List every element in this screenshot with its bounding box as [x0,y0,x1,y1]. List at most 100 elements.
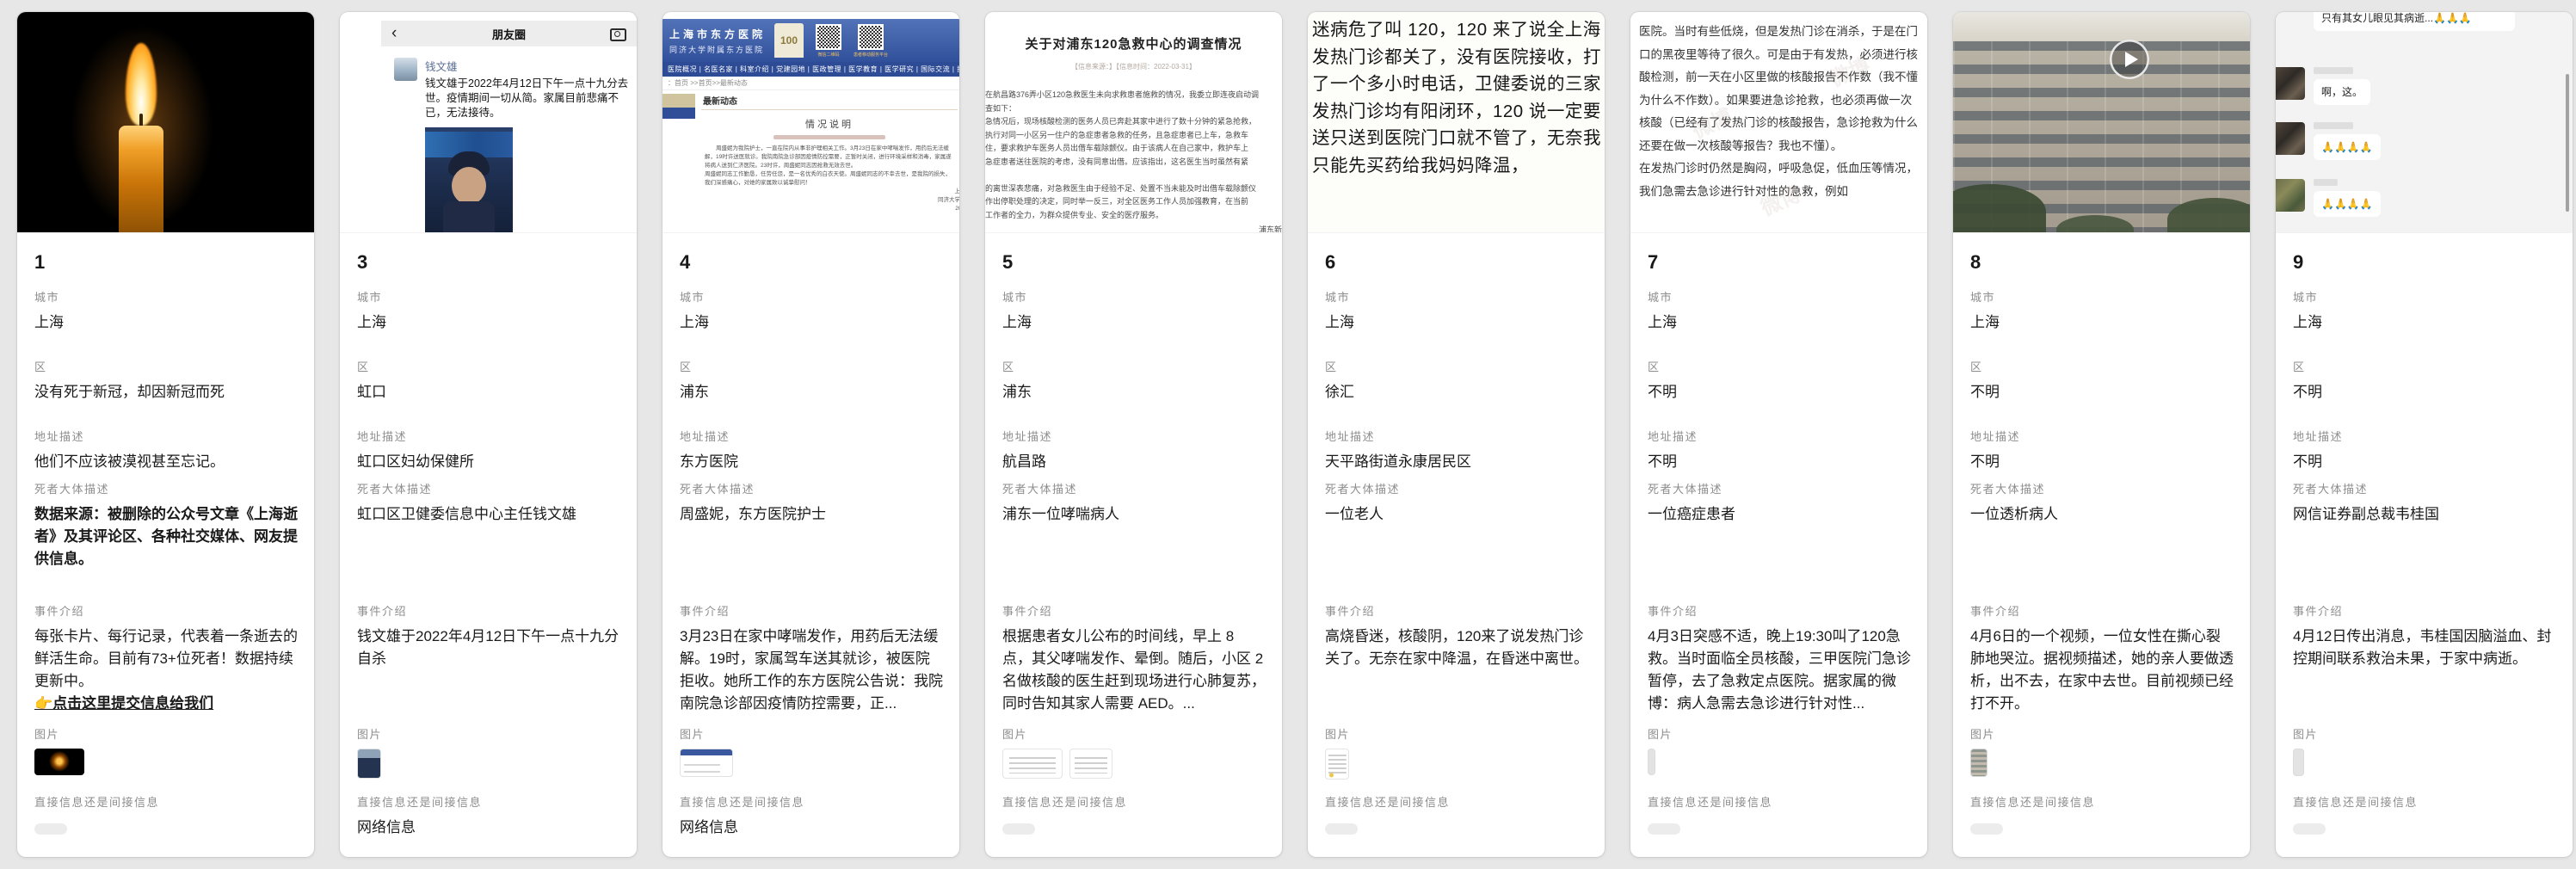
field-label-district: 区 [2293,358,2557,374]
field-value-district: 不明 [1648,381,1912,404]
field-label-address: 地址描述 [1970,428,2234,444]
hospital-site-subtitle: 同济大学附属东方医院 [669,44,766,55]
field-label-district: 区 [1002,358,1266,374]
announcement-body: 周盛妮为我院护士，一直在院内从事非护理相关工作。3月23日在家中哮喘发作，用药后… [701,145,958,188]
record-card[interactable]: 关于对浦东120急救中心的调查情况【信息来源：】【信息时间：2022-03-31… [985,12,1282,857]
field-value-deceased: 虹口区卫健委信息中心主任钱文雄 [357,503,621,526]
record-card[interactable]: 只有其女儿眼见其病逝...🙏🙏🙏啊，这。🙏🙏🙏🙏🙏🙏🙏🙏 9 城市 上海 区 不… [2276,12,2573,857]
image-thumbnail[interactable] [2293,749,2304,776]
field-label-address: 地址描述 [1648,428,1912,444]
field-city: 城市 上海 [357,288,621,334]
record-card[interactable]: 1 城市 上海 区 没有死于新冠，却因新冠而死 地址描述 他们不应该被漠视甚至忘… [17,12,314,857]
field-event: 事件介绍 高烧昏迷，核酸阴，120来了说发热门诊关了。无奈在家中降温，在昏迷中离… [1325,602,1589,670]
field-value-event: 高烧昏迷，核酸阴，120来了说发热门诊关了。无奈在家中降温，在昏迷中离世。 [1325,628,1588,667]
record-card[interactable]: 迷病危了叫 120，120 来了说全上海发热门诊都关了，没有医院接收，打了一个多… [1308,12,1605,857]
submit-info-link[interactable]: 👉点击这里提交信息给我们 [34,693,299,715]
chat-scrollbar [2566,74,2569,212]
image-thumbnail[interactable] [1648,749,1655,775]
image-thumbnail[interactable] [680,749,733,777]
image-thumbnail[interactable] [1970,749,1987,777]
field-city: 城市 上海 [1002,288,1266,334]
field-value-address: 不明 [1648,451,1912,473]
chat-name-redacted [2314,179,2338,186]
qr-caption: 微信二维码 [816,52,841,58]
announcement-title: 情况说明 [701,117,958,131]
image-thumbnail[interactable] [1002,749,1063,779]
field-image: 图片 [357,725,621,779]
field-deceased: 死者大体描述 虹口区卫健委信息中心主任钱文雄 [357,480,621,526]
record-cover-image [17,12,314,233]
record-card[interactable]: ‹朋友圈钱文雄钱文雄于2022年4月12日下午一点十九分去世。疫情期间一切从简。… [340,12,637,857]
camera-icon [610,28,626,41]
field-label-address: 地址描述 [34,428,299,444]
field-value-city: 上海 [1970,311,2234,334]
field-label-deceased: 死者大体描述 [357,480,621,496]
chat-avatar [2276,122,2305,155]
field-value-district: 浦东 [1002,381,1266,404]
field-value-deceased: 周盛妮，东方医院护士 [680,503,944,526]
record-cover-image: ‹朋友圈钱文雄钱文雄于2022年4月12日下午一点十九分去世。疫情期间一切从简。… [340,12,637,233]
moments-header: ‹朋友圈 [381,21,637,46]
field-image: 图片 [1648,725,1912,775]
field-value-district: 不明 [1970,381,2234,404]
field-address: 地址描述 天平路街道永康居民区 [1325,428,1589,473]
quoted-text: 迷病危了叫 120，120 来了说全上海发热门诊都关了，没有医院接收，打了一个多… [1308,12,1605,179]
field-city: 城市 上海 [1325,288,1589,334]
field-address: 地址描述 不明 [1970,428,2234,473]
field-label-district: 区 [1325,358,1589,374]
field-label-city: 城市 [34,288,299,305]
empty-value-pill [1970,823,2003,835]
field-image: 图片 [680,725,944,777]
field-value-address: 不明 [1970,451,2234,473]
weibo-text: 医院。当时有些低烧，但是发热门诊在消杀，于是在门口的黑夜里等待了很久。可是由于有… [1630,12,1927,203]
image-thumbnail[interactable] [1069,749,1112,779]
field-label-deceased: 死者大体描述 [1970,480,2234,496]
image-thumbnail[interactable] [357,749,381,779]
attachment-thumbnails [1648,749,1912,775]
field-address: 地址描述 东方医院 [680,428,944,473]
poster-avatar [394,58,417,81]
record-card[interactable]: 8 城市 上海 区 不明 地址描述 不明 死者大体描述 一位透析病人 事件介绍 … [1953,12,2250,857]
field-city: 城市 上海 [34,288,299,334]
record-number: 1 [34,251,45,274]
image-thumbnail[interactable] [1325,749,1349,780]
chat-name-redacted [2314,122,2353,129]
post-body: 钱文雄钱文雄于2022年4月12日下午一点十九分去世。疫情期间一切从简。家属目前… [425,58,632,233]
chat-name-redacted [2314,67,2353,74]
record-number: 9 [2293,251,2303,274]
field-label-district: 区 [680,358,944,374]
field-value-address: 航昌路 [1002,451,1266,473]
field-value-district: 没有死于新冠，却因新冠而死 [34,381,299,404]
field-label-deceased: 死者大体描述 [34,480,299,496]
field-value-city: 上海 [34,311,299,334]
field-value-city: 上海 [680,311,944,334]
field-label-deceased: 死者大体描述 [680,480,944,496]
field-image: 图片 [2293,725,2557,776]
chat-bubble: 啊，这。 [2314,79,2370,105]
field-event: 事件介绍 根据患者女儿公布的时间线，早上 8 点，其父哮喘发作、晕倒。随后，小区… [1002,602,1266,715]
gallery-board[interactable]: 1 城市 上海 区 没有死于新冠，却因新冠而死 地址描述 他们不应该被漠视甚至忘… [17,12,2573,857]
qr-code-icon [858,24,884,50]
chat-bubble: 🙏🙏🙏🙏 [2314,134,2381,160]
record-cover-image: 迷病危了叫 120，120 来了说全上海发热门诊都关了，没有医院接收，打了一个多… [1308,12,1605,233]
field-district: 区 浦东 [680,358,944,404]
field-deceased: 死者大体描述 周盛妮，东方医院护士 [680,480,944,526]
field-label-image: 图片 [1002,725,1266,742]
record-card[interactable]: 医院。当时有些低烧，但是发热门诊在消杀，于是在门口的黑夜里等待了很久。可是由于有… [1630,12,1927,857]
field-label-city: 城市 [1325,288,1589,305]
announcement-meta-bar [773,135,885,139]
field-event: 事件介绍 4月6日的一个视频，一位女性在撕心裂肺地哭泣。据视频描述，她的亲人要做… [1970,602,2234,715]
field-label-event: 事件介绍 [357,602,621,619]
field-label-city: 城市 [2293,288,2557,305]
field-value-city: 上海 [2293,311,2557,334]
field-image: 图片 [34,725,299,775]
field-event: 事件介绍 钱文雄于2022年4月12日下午一点十九分自杀 [357,602,621,670]
field-city: 城市 上海 [2293,288,2557,334]
field-address: 地址描述 不明 [2293,428,2557,473]
field-label-image: 图片 [1325,725,1589,742]
image-thumbnail[interactable] [34,749,84,775]
record-card[interactable]: 上海市东方医院同济大学附属东方医院100微信二维码患者移动服务平台医院概况 | … [662,12,959,857]
field-deceased: 死者大体描述 一位透析病人 [1970,480,2234,526]
sidebar-block [662,108,695,119]
site-content: 最新动态情况说明周盛妮为我院护士，一直在院内从事非护理相关工作。3月23日在家中… [701,90,958,232]
